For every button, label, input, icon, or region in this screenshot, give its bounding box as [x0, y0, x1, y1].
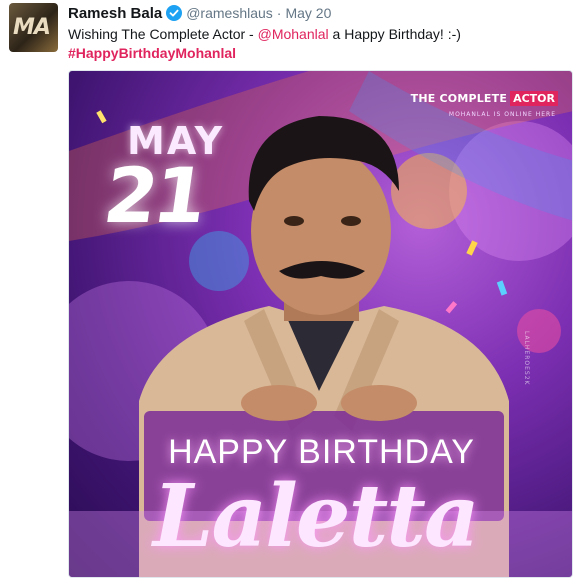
tweet-header: Ramesh Bala @rameshlaus · May 20 — [68, 3, 331, 23]
channel-logo: THE COMPLETE ACTOR — [407, 87, 562, 109]
tweet-text-before: Wishing The Complete Actor - — [68, 26, 258, 42]
tweet-text: Wishing The Complete Actor - @Mohanlal a… — [68, 24, 461, 44]
author-name[interactable]: Ramesh Bala — [68, 5, 162, 22]
poster-watermark: LALHEROES2K — [523, 331, 530, 386]
tweet-text-after: a Happy Birthday! :-) — [328, 26, 461, 42]
poster-day: 21 — [98, 151, 210, 240]
tweet-media-image[interactable]: THE COMPLETE ACTOR MOHANLAL IS ONLINE HE… — [68, 70, 573, 578]
logo-subtitle: MOHANLAL IS ONLINE HERE — [448, 111, 556, 118]
avatar[interactable]: MA — [9, 3, 58, 52]
tweet-date[interactable]: May 20 — [285, 5, 331, 21]
logo-accent-text: ACTOR — [510, 90, 558, 106]
mention-link[interactable]: @Mohanlal — [258, 26, 329, 42]
poster-name: Laletta — [153, 466, 480, 567]
logo-main-text: THE COMPLETE — [410, 91, 508, 105]
verified-badge-icon — [166, 5, 183, 21]
avatar-text: MA — [13, 15, 51, 40]
tweet: MA Ramesh Bala @rameshlaus · May 20 Wish… — [0, 0, 582, 583]
author-handle[interactable]: @rameshlaus — [186, 5, 273, 21]
separator: · — [276, 5, 282, 21]
hashtag-link[interactable]: #HappyBirthdayMohanlal — [68, 43, 236, 63]
